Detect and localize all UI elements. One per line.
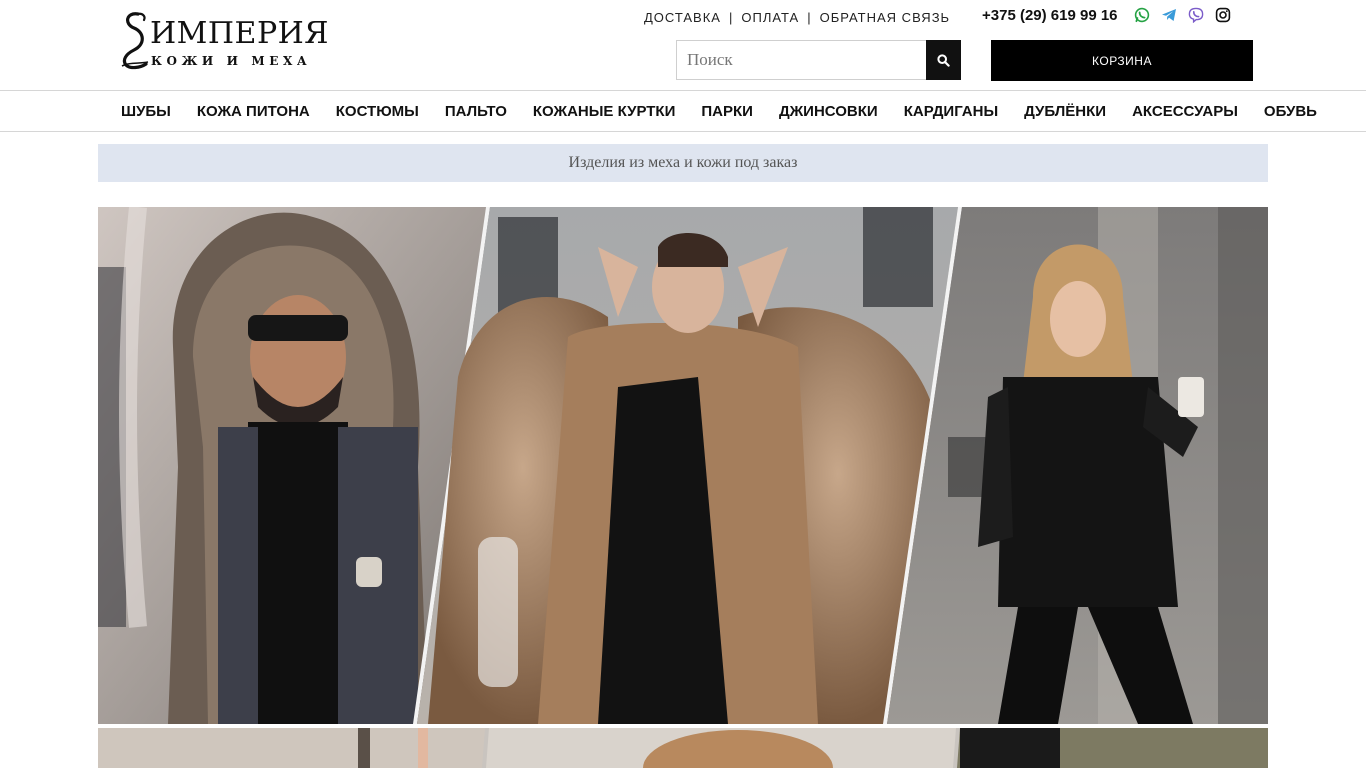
top-link-payment[interactable]: ОПЛАТА bbox=[741, 10, 799, 25]
promo-text: Изделия из меха и кожи под заказ bbox=[568, 154, 798, 171]
nav-item: ДЖИНСОВКИ bbox=[766, 103, 891, 121]
hero-collage-second-row[interactable] bbox=[98, 728, 1268, 768]
top-links: ДОСТАВКА | ОПЛАТА | ОБРАТНАЯ СВЯЗЬ bbox=[644, 9, 950, 25]
top-link-separator: | bbox=[807, 9, 812, 25]
phone-link[interactable]: +375 (29) 619 99 16 bbox=[982, 7, 1118, 25]
nav-item: ДУБЛЁНКИ bbox=[1011, 103, 1119, 121]
search-form bbox=[676, 40, 961, 80]
logo-subtitle: КОЖИ И МЕХА bbox=[151, 54, 312, 68]
nav-item: КОЖА ПИТОНА bbox=[184, 103, 323, 121]
main-nav: ШУБЫ КОЖА ПИТОНА КОСТЮМЫ ПАЛЬТО КОЖАНЫЕ … bbox=[0, 92, 1366, 132]
hero-collage-image bbox=[98, 207, 1268, 724]
nav-item: КОЖАНЫЕ КУРТКИ bbox=[520, 103, 688, 121]
nav-item-python-leather[interactable]: КОЖА ПИТОНА bbox=[197, 103, 310, 120]
nav-item-fur-coats[interactable]: ШУБЫ bbox=[121, 103, 171, 120]
instagram-link[interactable] bbox=[1215, 7, 1231, 23]
nav-item: КАРДИГАНЫ bbox=[891, 103, 1011, 121]
nav-item-leather-jackets[interactable]: КОЖАНЫЕ КУРТКИ bbox=[533, 103, 675, 120]
nav-item-parkas[interactable]: ПАРКИ bbox=[701, 103, 753, 120]
site-logo[interactable]: ИМПЕРИЯ КОЖИ И МЕХА bbox=[116, 10, 329, 70]
viber-link[interactable] bbox=[1188, 7, 1204, 23]
top-link-feedback[interactable]: ОБРАТНАЯ СВЯЗЬ bbox=[820, 10, 951, 25]
top-link-separator: | bbox=[728, 9, 734, 25]
nav-item-denim[interactable]: ДЖИНСОВКИ bbox=[779, 103, 878, 120]
nav-item: КОСТЮМЫ bbox=[323, 103, 432, 121]
nav-item-accessories[interactable]: АКСЕССУАРЫ bbox=[1132, 103, 1238, 120]
whatsapp-link[interactable] bbox=[1134, 7, 1150, 23]
nav-item: ПАРКИ bbox=[688, 103, 766, 121]
whatsapp-icon bbox=[1134, 7, 1150, 23]
nav-item-sheepskin[interactable]: ДУБЛЁНКИ bbox=[1024, 103, 1106, 120]
search-icon bbox=[937, 53, 950, 67]
telegram-link[interactable] bbox=[1161, 7, 1177, 23]
instagram-icon bbox=[1215, 7, 1231, 23]
hero-collage[interactable] bbox=[98, 207, 1268, 724]
nav-item-shoes[interactable]: ОБУВЬ bbox=[1264, 103, 1317, 120]
social-links bbox=[1134, 7, 1231, 23]
nav-item-coats[interactable]: ПАЛЬТО bbox=[445, 103, 507, 120]
promo-banner[interactable]: Изделия из меха и кожи под заказ bbox=[98, 144, 1268, 182]
search-button[interactable] bbox=[926, 40, 961, 80]
viber-icon bbox=[1188, 7, 1204, 23]
nav-item: АКСЕССУАРЫ bbox=[1119, 103, 1251, 121]
logo-title: ИМПЕРИЯ bbox=[150, 16, 330, 51]
search-input[interactable] bbox=[676, 40, 926, 80]
nav-item: ПАЛЬТО bbox=[432, 103, 520, 121]
telegram-icon bbox=[1162, 9, 1176, 21]
nav-item-suits[interactable]: КОСТЮМЫ bbox=[336, 103, 419, 120]
cart-button[interactable]: КОРЗИНА bbox=[991, 40, 1253, 81]
hero-collage-second-image bbox=[98, 728, 1268, 768]
top-link-delivery[interactable]: ДОСТАВКА bbox=[644, 10, 721, 25]
main-nav-list: ШУБЫ КОЖА ПИТОНА КОСТЮМЫ ПАЛЬТО КОЖАНЫЕ … bbox=[108, 92, 1330, 132]
site-header: ИМПЕРИЯ КОЖИ И МЕХА ДОСТАВКА | ОПЛАТА | … bbox=[0, 0, 1366, 91]
nav-item: ШУБЫ bbox=[108, 103, 184, 121]
nav-item-cardigans[interactable]: КАРДИГАНЫ bbox=[904, 103, 998, 120]
nav-item: ОБУВЬ bbox=[1251, 103, 1330, 121]
